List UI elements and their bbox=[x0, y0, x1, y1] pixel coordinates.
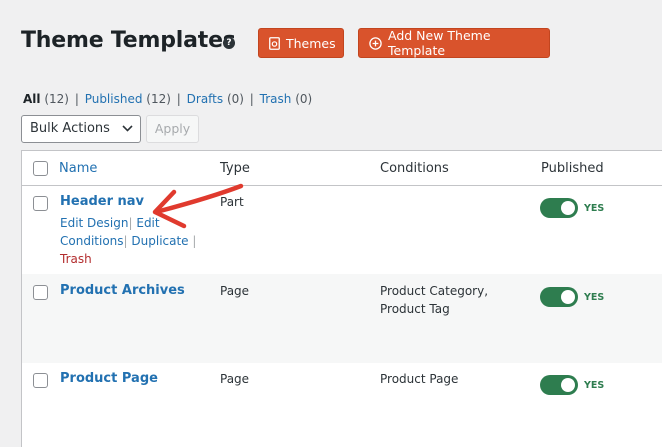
themes-button[interactable]: Themes bbox=[258, 28, 344, 58]
published-status: YES bbox=[584, 380, 605, 391]
type-cell: Page bbox=[220, 372, 250, 386]
filter-drafts[interactable]: Drafts bbox=[187, 92, 224, 106]
table-row: Header nav Edit Design| Edit Conditions| … bbox=[22, 186, 662, 274]
row-action-separator: | bbox=[123, 234, 128, 248]
page-title: Theme Templates bbox=[21, 28, 236, 53]
template-title-link[interactable]: Product Archives bbox=[60, 283, 185, 298]
conditions-cell: Product Page bbox=[380, 372, 459, 386]
template-icon bbox=[269, 36, 280, 50]
edit-conditions-text-2: Conditions bbox=[60, 234, 124, 248]
add-new-theme-template-button[interactable]: Add New Theme Template bbox=[358, 28, 550, 58]
table-header: Name Type Conditions Published bbox=[22, 151, 662, 186]
help-icon[interactable]: ? bbox=[223, 37, 235, 49]
column-type: Type bbox=[220, 161, 250, 176]
themes-button-label: Themes bbox=[286, 35, 336, 51]
column-published: Published bbox=[541, 161, 604, 176]
toggle-knob bbox=[561, 201, 575, 215]
column-name[interactable]: Name bbox=[59, 161, 97, 176]
published-toggle[interactable] bbox=[540, 198, 578, 218]
published-status: YES bbox=[584, 292, 605, 303]
duplicate-link[interactable]: Duplicate bbox=[131, 234, 188, 248]
templates-table: Name Type Conditions Published Header na… bbox=[21, 150, 662, 447]
condition-line: Product Category, bbox=[380, 284, 489, 298]
filter-published-count: (12) bbox=[146, 92, 171, 106]
published-toggle[interactable] bbox=[540, 287, 578, 307]
published-status: YES bbox=[584, 203, 605, 214]
filter-separator: | bbox=[176, 92, 181, 106]
row-actions: Edit Design| Edit Conditions| Duplicate |… bbox=[60, 214, 210, 268]
add-button-label: Add New Theme Template bbox=[388, 28, 491, 58]
edit-design-link[interactable]: Edit Design bbox=[60, 216, 128, 230]
row-action-separator: | bbox=[192, 234, 197, 248]
column-conditions: Conditions bbox=[380, 161, 449, 176]
row-checkbox[interactable] bbox=[33, 373, 48, 388]
apply-button[interactable]: Apply bbox=[146, 115, 199, 143]
table-row: Product Page Page Product Page YES bbox=[22, 363, 662, 447]
trash-link[interactable]: Trash bbox=[60, 252, 92, 266]
filter-trash-count: (0) bbox=[295, 92, 313, 106]
row-checkbox[interactable] bbox=[33, 285, 48, 300]
condition-line: Product Tag bbox=[380, 302, 450, 316]
select-all-checkbox[interactable] bbox=[33, 161, 48, 176]
toggle-knob bbox=[561, 290, 575, 304]
template-title-link[interactable]: Product Page bbox=[60, 371, 158, 386]
type-cell: Page bbox=[220, 284, 250, 298]
table-row: Product Archives Page Product Category, … bbox=[22, 274, 662, 363]
row-checkbox[interactable] bbox=[33, 196, 48, 211]
filter-separator: | bbox=[249, 92, 254, 106]
toggle-knob bbox=[561, 378, 575, 392]
filter-published[interactable]: Published bbox=[85, 92, 143, 106]
filter-separator: | bbox=[74, 92, 79, 106]
template-title-link[interactable]: Header nav bbox=[60, 194, 144, 209]
filter-all-count: (12) bbox=[44, 92, 69, 106]
plus-circle-icon bbox=[369, 36, 382, 50]
filter-drafts-count: (0) bbox=[226, 92, 244, 106]
filter-trash[interactable]: Trash bbox=[260, 92, 292, 106]
bulk-actions-value: Bulk Actions bbox=[30, 121, 110, 136]
published-toggle[interactable] bbox=[540, 375, 578, 395]
chevron-down-icon bbox=[122, 125, 133, 132]
row-action-separator: | bbox=[128, 216, 133, 230]
conditions-cell: Product Category, Product Tag bbox=[380, 282, 488, 318]
bulk-actions-select[interactable]: Bulk Actions bbox=[21, 115, 141, 143]
edit-conditions-text-1: Edit bbox=[136, 216, 160, 230]
type-cell: Part bbox=[220, 195, 244, 209]
status-filter-links: All (12) | Published (12) | Drafts (0) |… bbox=[23, 92, 312, 106]
filter-all[interactable]: All bbox=[23, 92, 41, 106]
